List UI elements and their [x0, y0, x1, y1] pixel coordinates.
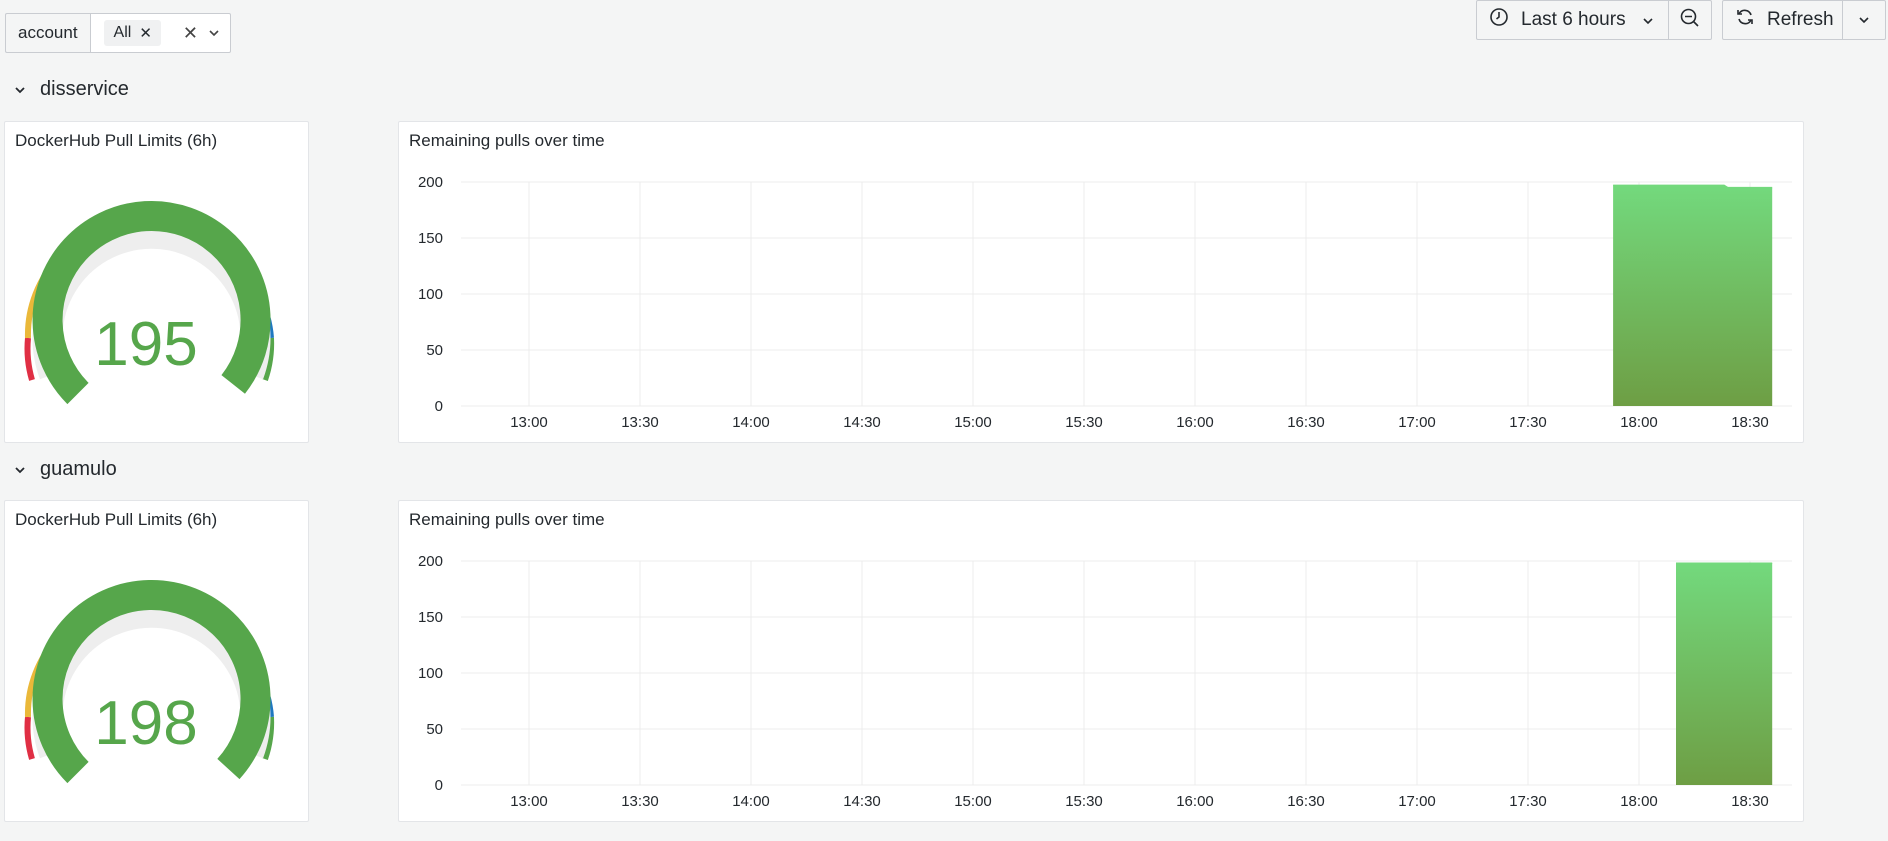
- row-title: guamulo: [40, 458, 117, 480]
- x-tick-label: 18:00: [1620, 414, 1658, 431]
- gauge-panel[interactable]: DockerHub Pull Limits (6h) 198: [4, 500, 309, 822]
- x-tick-label: 18:00: [1620, 793, 1658, 810]
- x-tick-label: 17:00: [1398, 414, 1436, 431]
- refresh-icon: [1735, 7, 1755, 33]
- x-tick-label: 14:00: [732, 414, 770, 431]
- y-tick-label: 200: [418, 553, 443, 570]
- gauge-value: 195: [94, 310, 197, 379]
- x-tick-label: 13:30: [621, 793, 659, 810]
- y-tick-label: 0: [435, 777, 443, 794]
- clock-icon: [1489, 7, 1509, 33]
- refresh-label: Refresh: [1767, 9, 1834, 30]
- y-tick-label: 100: [418, 286, 443, 303]
- series-area: [1613, 185, 1773, 406]
- time-series-chart: 0 50 100 150 200 13:00 13:30 14:00 14:30 15:00 15:…: [418, 553, 1792, 810]
- chevron-down-icon: [14, 461, 26, 479]
- gauge-value: 198: [94, 689, 197, 758]
- y-tick-label: 150: [418, 230, 443, 247]
- clear-selection-icon[interactable]: ✕: [183, 23, 198, 44]
- chart-panel[interactable]: Remaining pulls over time 0 50 100 150 200 13…: [398, 500, 1804, 822]
- gauge: 195: [24, 200, 275, 405]
- x-tick-label: 15:30: [1065, 793, 1103, 810]
- chevron-down-icon[interactable]: [208, 24, 220, 42]
- x-tick-label: 16:30: [1287, 793, 1325, 810]
- y-tick-label: 0: [435, 398, 443, 415]
- time-series-chart: 0 50 100 150 200 13:00 13:30 14:00 14:30 15:00 15:…: [418, 174, 1792, 431]
- x-tick-label: 16:00: [1176, 414, 1214, 431]
- refresh-interval-dropdown[interactable]: [1843, 0, 1886, 40]
- variable-bar: account All ✕ ✕: [5, 13, 231, 53]
- x-tick-label: 18:30: [1731, 793, 1769, 810]
- x-tick-label: 14:00: [732, 793, 770, 810]
- row-header-disservice[interactable]: disservice: [14, 78, 129, 101]
- x-tick-label: 16:00: [1176, 793, 1214, 810]
- series-area: [1676, 563, 1773, 785]
- chevron-down-icon: [14, 81, 26, 99]
- x-tick-label: 17:30: [1509, 414, 1547, 431]
- y-tick-label: 200: [418, 174, 443, 191]
- x-tick-label: 14:30: [843, 414, 881, 431]
- x-tick-label: 13:00: [510, 414, 548, 431]
- x-tick-label: 17:30: [1509, 793, 1547, 810]
- gauge-panel[interactable]: DockerHub Pull Limits (6h) 195: [4, 121, 309, 443]
- row-header-guamulo[interactable]: guamulo: [14, 458, 117, 481]
- gauge-band-red: [24, 337, 35, 381]
- x-tick-label: 18:30: [1731, 414, 1769, 431]
- variable-label: account: [5, 13, 90, 53]
- x-tick-label: 15:30: [1065, 414, 1103, 431]
- chevron-down-icon: [1642, 9, 1654, 31]
- x-tick-label: 17:00: [1398, 793, 1436, 810]
- time-range-label: Last 6 hours: [1521, 9, 1626, 30]
- x-tick-label: 15:00: [954, 793, 992, 810]
- time-range-picker[interactable]: Last 6 hours: [1476, 0, 1669, 40]
- remove-chip-icon[interactable]: ✕: [139, 24, 152, 42]
- x-tick-label: 13:30: [621, 414, 659, 431]
- x-tick-label: 15:00: [954, 414, 992, 431]
- selected-value-chip: All ✕: [103, 20, 161, 46]
- account-variable-select[interactable]: All ✕ ✕: [89, 13, 231, 53]
- chevron-down-icon: [1858, 11, 1870, 29]
- x-tick-label: 16:30: [1287, 414, 1325, 431]
- chart-panel[interactable]: Remaining pulls over time 0 50 100 150 200 13…: [398, 121, 1804, 443]
- y-tick-label: 100: [418, 665, 443, 682]
- y-tick-label: 50: [426, 342, 443, 359]
- refresh-button[interactable]: Refresh: [1722, 0, 1843, 40]
- y-tick-label: 50: [426, 721, 443, 738]
- x-tick-label: 14:30: [843, 793, 881, 810]
- zoom-out-button[interactable]: [1669, 0, 1712, 40]
- gauge-band-red: [24, 716, 35, 760]
- gauge: 198: [24, 579, 275, 784]
- row-title: disservice: [40, 78, 129, 100]
- chip-label: All: [113, 24, 132, 41]
- y-tick-label: 150: [418, 609, 443, 626]
- zoom-out-icon: [1679, 7, 1701, 34]
- x-tick-label: 13:00: [510, 793, 548, 810]
